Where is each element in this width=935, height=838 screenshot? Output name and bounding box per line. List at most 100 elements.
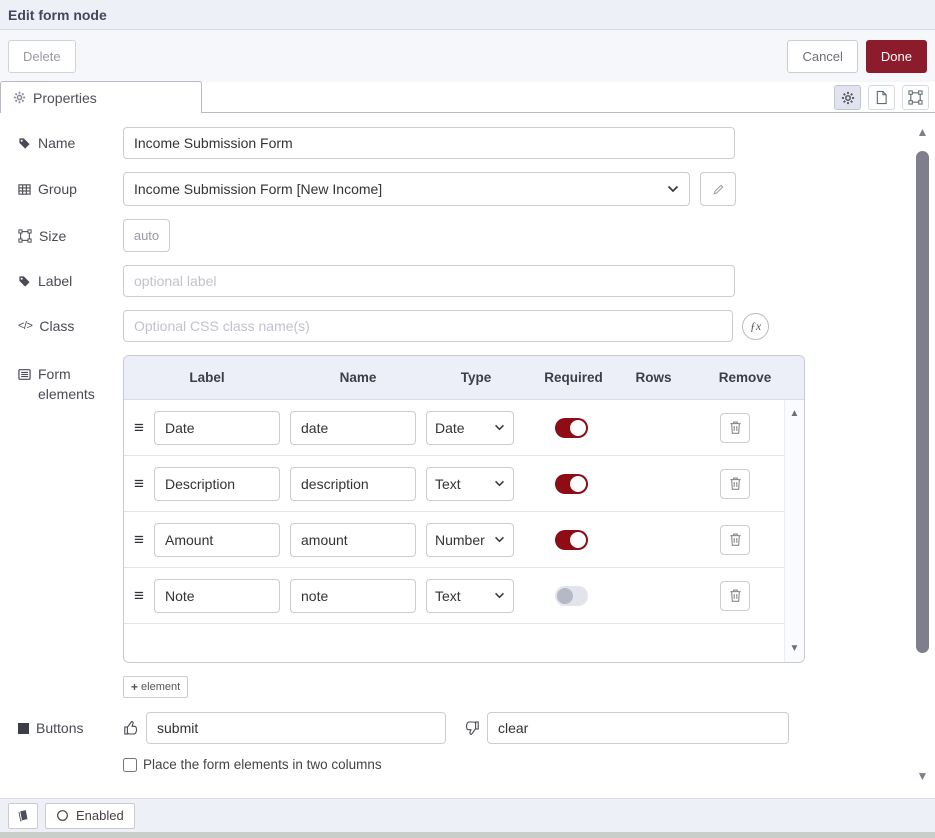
editor-tabbar: Properties xyxy=(0,82,935,113)
chevron-down-icon xyxy=(667,185,679,193)
enabled-label: Enabled xyxy=(76,808,124,823)
name-field-row: Name xyxy=(18,127,935,159)
element-name-input[interactable] xyxy=(290,467,416,501)
label-field-label: Label xyxy=(18,273,123,289)
drag-handle-icon[interactable]: ≡ xyxy=(134,531,144,548)
scroll-up-icon[interactable]: ▲ xyxy=(790,408,800,419)
edit-form-node-dialog: Edit form node Delete Cancel Done Proper… xyxy=(0,0,935,838)
element-label-input[interactable] xyxy=(154,523,280,557)
required-toggle[interactable] xyxy=(555,586,588,606)
scrollbar-thumb[interactable] xyxy=(916,151,929,653)
dialog-toolbar: Delete Cancel Done xyxy=(0,30,935,82)
table-row: ≡ Text xyxy=(124,568,784,624)
remove-row-button[interactable] xyxy=(720,525,750,555)
object-group-icon xyxy=(18,229,32,243)
form-elements-table: Label Name Type Required Rows Remove ≡ D… xyxy=(123,355,805,663)
two-columns-checkbox[interactable] xyxy=(123,758,137,772)
element-label-input[interactable] xyxy=(154,579,280,613)
tab-icon-buttons xyxy=(834,85,929,110)
group-field-row: Group Income Submission Form [New Income… xyxy=(18,172,935,206)
table-row: ≡ Text xyxy=(124,456,784,512)
appearance-tab-button[interactable] xyxy=(902,85,929,110)
chevron-down-icon xyxy=(494,480,505,487)
name-field-label: Name xyxy=(18,135,123,151)
document-icon xyxy=(875,90,888,105)
code-icon: </> xyxy=(18,320,32,332)
table-icon xyxy=(18,183,31,196)
clear-button-label-input[interactable] xyxy=(487,712,789,744)
main-scrollbar[interactable]: ▲ ▼ xyxy=(916,125,929,783)
scroll-down-icon[interactable]: ▼ xyxy=(790,643,800,654)
tab-properties-label: Properties xyxy=(33,90,97,106)
scroll-up-icon[interactable]: ▲ xyxy=(917,125,929,139)
node-help-button[interactable] xyxy=(8,803,38,829)
class-input[interactable] xyxy=(123,310,733,342)
size-auto-button[interactable]: auto xyxy=(123,219,170,252)
properties-tab-button[interactable] xyxy=(834,85,861,110)
list-icon xyxy=(18,368,31,381)
chevron-down-icon xyxy=(494,424,505,431)
remove-row-button[interactable] xyxy=(720,469,750,499)
column-header-remove: Remove xyxy=(686,370,804,385)
tag-icon xyxy=(18,137,31,150)
book-icon xyxy=(16,809,30,823)
column-header-label: Label xyxy=(124,370,290,385)
scroll-down-icon[interactable]: ▼ xyxy=(917,769,929,783)
label-field-row: Label xyxy=(18,265,935,297)
tab-properties[interactable]: Properties xyxy=(0,81,202,113)
element-label-input[interactable] xyxy=(154,467,280,501)
remove-row-button[interactable] xyxy=(720,581,750,611)
enabled-toggle-button[interactable]: Enabled xyxy=(45,803,135,829)
column-header-required: Required xyxy=(526,370,621,385)
required-toggle[interactable] xyxy=(555,530,588,550)
group-select[interactable]: Income Submission Form [New Income] xyxy=(123,172,690,206)
dialog-footer: Enabled xyxy=(0,798,935,832)
add-element-button[interactable]: + element xyxy=(123,676,188,698)
drag-handle-icon[interactable]: ≡ xyxy=(134,475,144,492)
element-type-select[interactable]: Text xyxy=(426,579,514,613)
class-fx-button[interactable]: ƒx xyxy=(742,313,769,340)
table-scrollbar[interactable]: ▲ ▼ xyxy=(784,400,804,662)
description-tab-button[interactable] xyxy=(868,85,895,110)
trash-icon xyxy=(729,476,742,491)
drag-handle-icon[interactable]: ≡ xyxy=(134,587,144,604)
table-row: ≡ Date xyxy=(124,400,784,456)
group-edit-button[interactable] xyxy=(700,172,736,206)
two-columns-row: Place the form elements in two columns xyxy=(123,757,935,772)
thumbs-up-icon xyxy=(123,720,139,736)
done-button[interactable]: Done xyxy=(866,40,927,73)
element-name-input[interactable] xyxy=(290,411,416,445)
required-toggle[interactable] xyxy=(555,418,588,438)
tag-icon xyxy=(18,275,31,288)
add-element-row: + element xyxy=(123,676,935,698)
element-type-select[interactable]: Text xyxy=(426,467,514,501)
submit-button-label-input[interactable] xyxy=(146,712,446,744)
properties-panel: Name Group Income Submission Form [New I… xyxy=(0,113,935,798)
cancel-button[interactable]: Cancel xyxy=(787,40,857,73)
class-field-row: </> Class ƒx xyxy=(18,310,935,342)
gear-icon xyxy=(13,91,26,104)
group-field-label: Group xyxy=(18,181,123,197)
trash-icon xyxy=(729,588,742,603)
column-header-rows: Rows xyxy=(621,370,686,385)
element-type-select[interactable]: Number xyxy=(426,523,514,557)
element-name-input[interactable] xyxy=(290,523,416,557)
element-type-select[interactable]: Date xyxy=(426,411,514,445)
drag-handle-icon[interactable]: ≡ xyxy=(134,419,144,436)
gear-icon xyxy=(841,91,855,105)
label-input[interactable] xyxy=(123,265,735,297)
element-name-input[interactable] xyxy=(290,579,416,613)
trash-icon xyxy=(729,420,742,435)
form-elements-label: Form elements xyxy=(18,365,123,404)
size-field-row: Size auto xyxy=(18,219,935,252)
required-toggle[interactable] xyxy=(555,474,588,494)
circle-icon xyxy=(56,809,69,822)
element-label-input[interactable] xyxy=(154,411,280,445)
square-icon xyxy=(18,723,29,734)
form-elements-body: ≡ Date ≡ xyxy=(124,400,804,662)
name-input[interactable] xyxy=(123,127,735,159)
chevron-down-icon xyxy=(494,592,505,599)
remove-row-button[interactable] xyxy=(720,413,750,443)
delete-button[interactable]: Delete xyxy=(8,40,76,73)
form-elements-header: Label Name Type Required Rows Remove xyxy=(124,356,804,400)
